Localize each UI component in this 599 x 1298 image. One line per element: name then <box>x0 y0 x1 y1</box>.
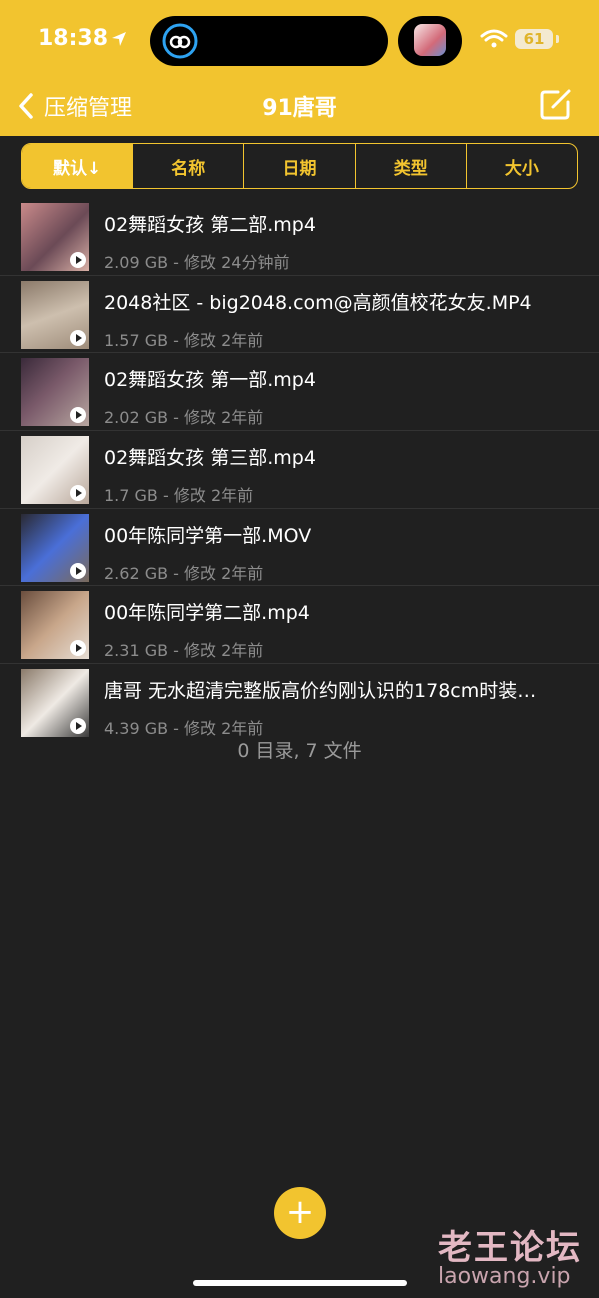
file-name: 02舞蹈女孩 第三部.mp4 <box>104 447 316 470</box>
watermark-url: laowang.vip <box>438 1264 571 1289</box>
file-name: 00年陈同学第一部.MOV <box>104 524 312 547</box>
sort-tab-type[interactable]: 类型 <box>356 144 467 188</box>
video-thumbnail <box>21 358 89 427</box>
status-time: 18:38 <box>38 26 109 51</box>
list-item[interactable]: 02舞蹈女孩 第三部.mp4 1.7 GB - 修改 2年前 <box>0 431 599 509</box>
home-indicator[interactable] <box>193 1280 407 1286</box>
list-item[interactable]: 唐哥 无水超清完整版高价约刚认识的178cm时装… 4.39 GB - 修改 2… <box>0 664 599 741</box>
battery-tip <box>556 35 559 43</box>
app-thumbnail-icon[interactable] <box>414 24 446 56</box>
sync-app-icon[interactable] <box>160 21 200 61</box>
file-meta: 2.31 GB - 修改 2年前 <box>104 641 264 661</box>
play-icon <box>70 718 86 735</box>
battery-indicator: 61 <box>515 29 553 49</box>
video-thumbnail <box>21 513 89 582</box>
location-arrow-icon <box>112 32 126 46</box>
file-list: 02舞蹈女孩 第二部.mp4 2.09 GB - 修改 24分钟前 2048社区… <box>0 198 599 741</box>
play-icon <box>70 485 86 502</box>
play-icon <box>70 562 86 579</box>
file-name: 唐哥 无水超清完整版高价约刚认识的178cm时装… <box>104 680 537 703</box>
sort-tab-default[interactable]: 默认↓ <box>22 144 134 188</box>
file-meta: 2.02 GB - 修改 2年前 <box>104 408 264 428</box>
sort-tab-name[interactable]: 名称 <box>133 144 245 188</box>
file-meta: 2.62 GB - 修改 2年前 <box>104 563 264 583</box>
video-thumbnail <box>21 669 89 738</box>
file-name: 2048社区 - big2048.com@高颜值校花女友.MP4 <box>104 291 532 314</box>
file-name: 00年陈同学第二部.mp4 <box>104 602 310 625</box>
battery-level: 61 <box>523 30 545 48</box>
list-item[interactable]: 2048社区 - big2048.com@高颜值校花女友.MP4 1.57 GB… <box>0 276 599 354</box>
play-icon <box>70 252 86 268</box>
file-name: 02舞蹈女孩 第二部.mp4 <box>104 214 316 236</box>
video-thumbnail <box>21 280 89 349</box>
watermark-text: 老王论坛 <box>438 1228 582 1268</box>
add-button[interactable]: + <box>274 1187 326 1239</box>
back-button[interactable]: 压缩管理 <box>16 88 132 124</box>
file-name: 02舞蹈女孩 第一部.mp4 <box>104 369 316 392</box>
sort-segmented-control: 默认↓ 名称 日期 类型 大小 <box>21 143 578 189</box>
edit-icon[interactable] <box>538 86 574 122</box>
video-thumbnail <box>21 203 89 271</box>
wifi-icon <box>480 29 508 48</box>
video-thumbnail <box>21 591 89 660</box>
play-icon <box>70 329 86 346</box>
chevron-left-icon <box>19 93 33 119</box>
play-icon <box>70 640 86 657</box>
back-label: 压缩管理 <box>44 96 133 121</box>
file-meta: 1.57 GB - 修改 2年前 <box>104 330 264 350</box>
list-item[interactable]: 02舞蹈女孩 第一部.mp4 2.02 GB - 修改 2年前 <box>0 353 599 432</box>
file-count-summary: 0 目录, 7 文件 <box>237 740 362 762</box>
play-icon <box>70 407 86 424</box>
video-thumbnail <box>21 436 89 505</box>
sort-tab-size[interactable]: 大小 <box>467 144 577 188</box>
list-item[interactable]: 02舞蹈女孩 第二部.mp4 2.09 GB - 修改 24分钟前 <box>0 198 599 276</box>
file-meta: 1.7 GB - 修改 2年前 <box>104 486 254 506</box>
file-meta: 2.09 GB - 修改 24分钟前 <box>104 253 290 272</box>
sort-tab-date[interactable]: 日期 <box>244 144 356 188</box>
list-item[interactable]: 00年陈同学第二部.mp4 2.31 GB - 修改 2年前 <box>0 586 599 665</box>
list-item[interactable]: 00年陈同学第一部.MOV 2.62 GB - 修改 2年前 <box>0 509 599 587</box>
